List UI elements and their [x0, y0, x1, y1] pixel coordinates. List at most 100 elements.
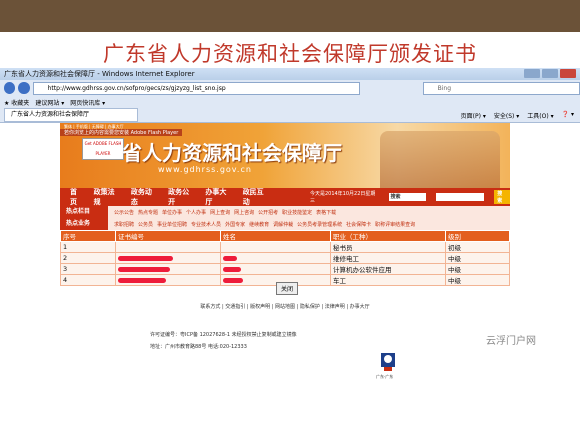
cell-number: 4	[60, 274, 116, 286]
nav-interaction[interactable]: 政民互动	[243, 187, 270, 207]
back-icon[interactable]	[4, 82, 16, 94]
hot-business-item[interactable]: 外国专家	[225, 221, 245, 228]
cell-cert-id	[115, 252, 221, 264]
hot-column-item[interactable]: 网上查询	[210, 209, 230, 216]
hot-column-item[interactable]: 职业技能鉴定	[282, 209, 312, 216]
hot-business-item[interactable]: 专业技术人员	[191, 221, 221, 228]
hot-columns-label: 热点栏目	[60, 206, 108, 218]
favorites-label: 收藏夹	[11, 99, 30, 107]
browser-window: 广东省人力资源和社会保障厅 - Windows Internet Explore…	[0, 68, 580, 436]
table-row: 3 计算机办公软件应用 中级	[60, 263, 510, 275]
table-row: 1 秘书员 初级	[60, 241, 510, 253]
cell-occupation: 维修电工	[330, 252, 446, 264]
hot-column-item[interactable]: 热点专题	[138, 209, 158, 216]
minimize-button[interactable]	[524, 69, 540, 78]
command-bar: 页面(P) ▾ 安全(S) ▾ 工具(O) ▾ ❓ ▾	[461, 111, 580, 120]
cell-name	[220, 263, 331, 275]
current-date: 今天是2014年10月22日星期三	[309, 191, 376, 204]
browser-tab[interactable]: 广东省人力资源和社会保障厅	[4, 108, 138, 122]
redaction-mark	[118, 255, 173, 261]
favorites-bar: ★ 收藏夹 建议网站 ▾ 网页快讯库 ▾	[0, 96, 580, 108]
hot-business-label: 热点业务	[60, 218, 108, 230]
site-search-button[interactable]: 搜索	[494, 190, 511, 204]
cell-level: 初级	[445, 241, 510, 253]
hot-business-list: 求职招聘 公务员 事业单位招聘 专业技术人员 外国专家 继续教育 调解仲裁 公务员考录管理系统…	[108, 218, 510, 230]
slide-top-bar	[0, 0, 580, 32]
hot-columns-list: 公示公告 热点专题 单位办事 个人办事 网上查询 网上咨询 公开招考 职业技能鉴定 表格下载	[108, 206, 510, 218]
hot-business-item[interactable]: 事业单位招聘	[157, 221, 187, 228]
col-level: 级别	[445, 230, 510, 242]
cell-occupation: 车工	[330, 274, 446, 286]
site-search-input[interactable]	[435, 193, 485, 201]
cell-occupation: 计算机办公软件应用	[330, 263, 446, 275]
site-search-select[interactable]: 搜索	[388, 193, 426, 201]
cell-cert-id	[115, 274, 221, 286]
redaction-mark	[223, 255, 237, 261]
redaction-mark	[118, 277, 166, 283]
close-window-button[interactable]	[560, 69, 576, 78]
cell-name	[220, 252, 331, 264]
hot-business-item[interactable]: 继续教育	[249, 221, 269, 228]
redaction-mark	[223, 266, 241, 272]
close-button[interactable]: 关闭	[276, 282, 299, 295]
hot-business-item[interactable]: 社会保障卡	[346, 221, 371, 228]
nav-service-hall[interactable]: 办事大厅	[205, 187, 232, 207]
logo-label: 广东·广东	[376, 374, 394, 379]
hot-business-item[interactable]: 调解仲裁	[273, 221, 293, 228]
forward-icon[interactable]	[18, 82, 30, 94]
site-container: 繁体 | 手机版 | 无障碍 | 办事大厅 若你浏览上的内容需要您安装 Adob…	[60, 123, 511, 436]
hot-column-item[interactable]: 网上咨询	[234, 209, 254, 216]
main-nav: 首页 政策法规 政务动态 政务公开 办事大厅 政民互动 今天是2014年10月2…	[60, 187, 511, 207]
search-input[interactable]: Bing	[422, 81, 580, 95]
hot-business-row: 热点业务 求职招聘 公务员 事业单位招聘 专业技术人员 外国专家 继续教育 调解仲裁 公务员考…	[60, 218, 510, 230]
favorites-button[interactable]: ★ 收藏夹	[4, 98, 29, 107]
window-title: 广东省人力资源和社会保障厅 - Windows Internet Explore…	[4, 70, 195, 78]
cell-cert-id	[115, 241, 221, 253]
hot-business-item[interactable]: 公务员考录管理系统	[297, 221, 342, 228]
hot-column-item[interactable]: 公示公告	[114, 209, 134, 216]
hot-column-item[interactable]: 个人办事	[186, 209, 206, 216]
hot-business-item[interactable]: 求职招聘	[114, 221, 134, 228]
flash-player-icon[interactable]: Get ADOBE FLASH PLAYER	[82, 138, 124, 160]
nav-disclosure[interactable]: 政务公开	[168, 187, 195, 207]
cell-number: 2	[60, 252, 116, 264]
footer-links[interactable]: 联系方式 | 交通指引 | 版权声明 | 网站地图 | 隐私保护 | 法律声明 …	[60, 303, 510, 310]
address-bar-row: http://www.gdhrss.gov.cn/sofpro/gecs/zs/…	[0, 80, 580, 96]
cell-level: 中级	[445, 263, 510, 275]
help-menu[interactable]: ❓ ▾	[562, 111, 574, 120]
window-title-bar: 广东省人力资源和社会保障厅 - Windows Internet Explore…	[0, 68, 580, 80]
table-row: 2 维修电工 中级	[60, 252, 510, 264]
address-input[interactable]: http://www.gdhrss.gov.cn/sofpro/gecs/zs/…	[32, 81, 360, 95]
certificate-table: 序号 证书编号 姓名 职业（工种） 级别 1 秘书员 初级 2 维修电工 中级 3 计算机办公…	[60, 230, 510, 286]
hot-column-item[interactable]: 单位办事	[162, 209, 182, 216]
nav-policy[interactable]: 政策法规	[94, 187, 121, 207]
fav-web-slices[interactable]: 网页快讯库 ▾	[70, 98, 105, 107]
cell-level: 中级	[445, 274, 510, 286]
nav-home[interactable]: 首页	[70, 187, 84, 207]
cell-occupation: 秘书员	[330, 241, 446, 253]
page-menu[interactable]: 页面(P) ▾	[461, 111, 486, 120]
fav-suggested-sites[interactable]: 建议网站 ▾	[35, 98, 64, 107]
cell-level: 中级	[445, 252, 510, 264]
page-content: 繁体 | 手机版 | 无障碍 | 办事大厅 若你浏览上的内容需要您安装 Adob…	[0, 123, 580, 436]
flash-warning: 若你浏览上的内容需要您安装 Adobe Flash Player	[60, 129, 183, 136]
hot-column-item[interactable]: 公开招考	[258, 209, 278, 216]
tab-row: 广东省人力资源和社会保障厅 页面(P) ▾ 安全(S) ▾ 工具(O) ▾ ❓ …	[0, 108, 580, 123]
tools-menu[interactable]: 工具(O) ▾	[527, 111, 553, 120]
watermark: 云浮门户网	[486, 336, 536, 347]
cell-number: 3	[60, 263, 116, 275]
redaction-mark	[118, 266, 170, 272]
site-banner: 繁体 | 手机版 | 无障碍 | 办事大厅 若你浏览上的内容需要您安装 Adob…	[60, 123, 510, 188]
maximize-button[interactable]	[542, 69, 558, 78]
safety-menu[interactable]: 安全(S) ▾	[494, 111, 519, 120]
col-occupation: 职业（工种）	[330, 230, 446, 242]
banner-people-image	[380, 131, 500, 188]
slide-title: 广东省人力资源和社会保障厅颁发证书	[103, 42, 477, 66]
hot-column-item[interactable]: 表格下载	[316, 209, 336, 216]
guangdong-logo-icon	[381, 353, 395, 371]
hot-business-item[interactable]: 职称评审结果查询	[375, 221, 415, 228]
footer-info: 许可证编号：粤ICP备 12027628-1 未经授权禁止复制或建立镜像 地址：…	[150, 329, 410, 353]
nav-news[interactable]: 政务动态	[131, 187, 158, 207]
col-cert-id: 证书编号	[115, 230, 221, 242]
hot-business-item[interactable]: 公务员	[138, 221, 153, 228]
